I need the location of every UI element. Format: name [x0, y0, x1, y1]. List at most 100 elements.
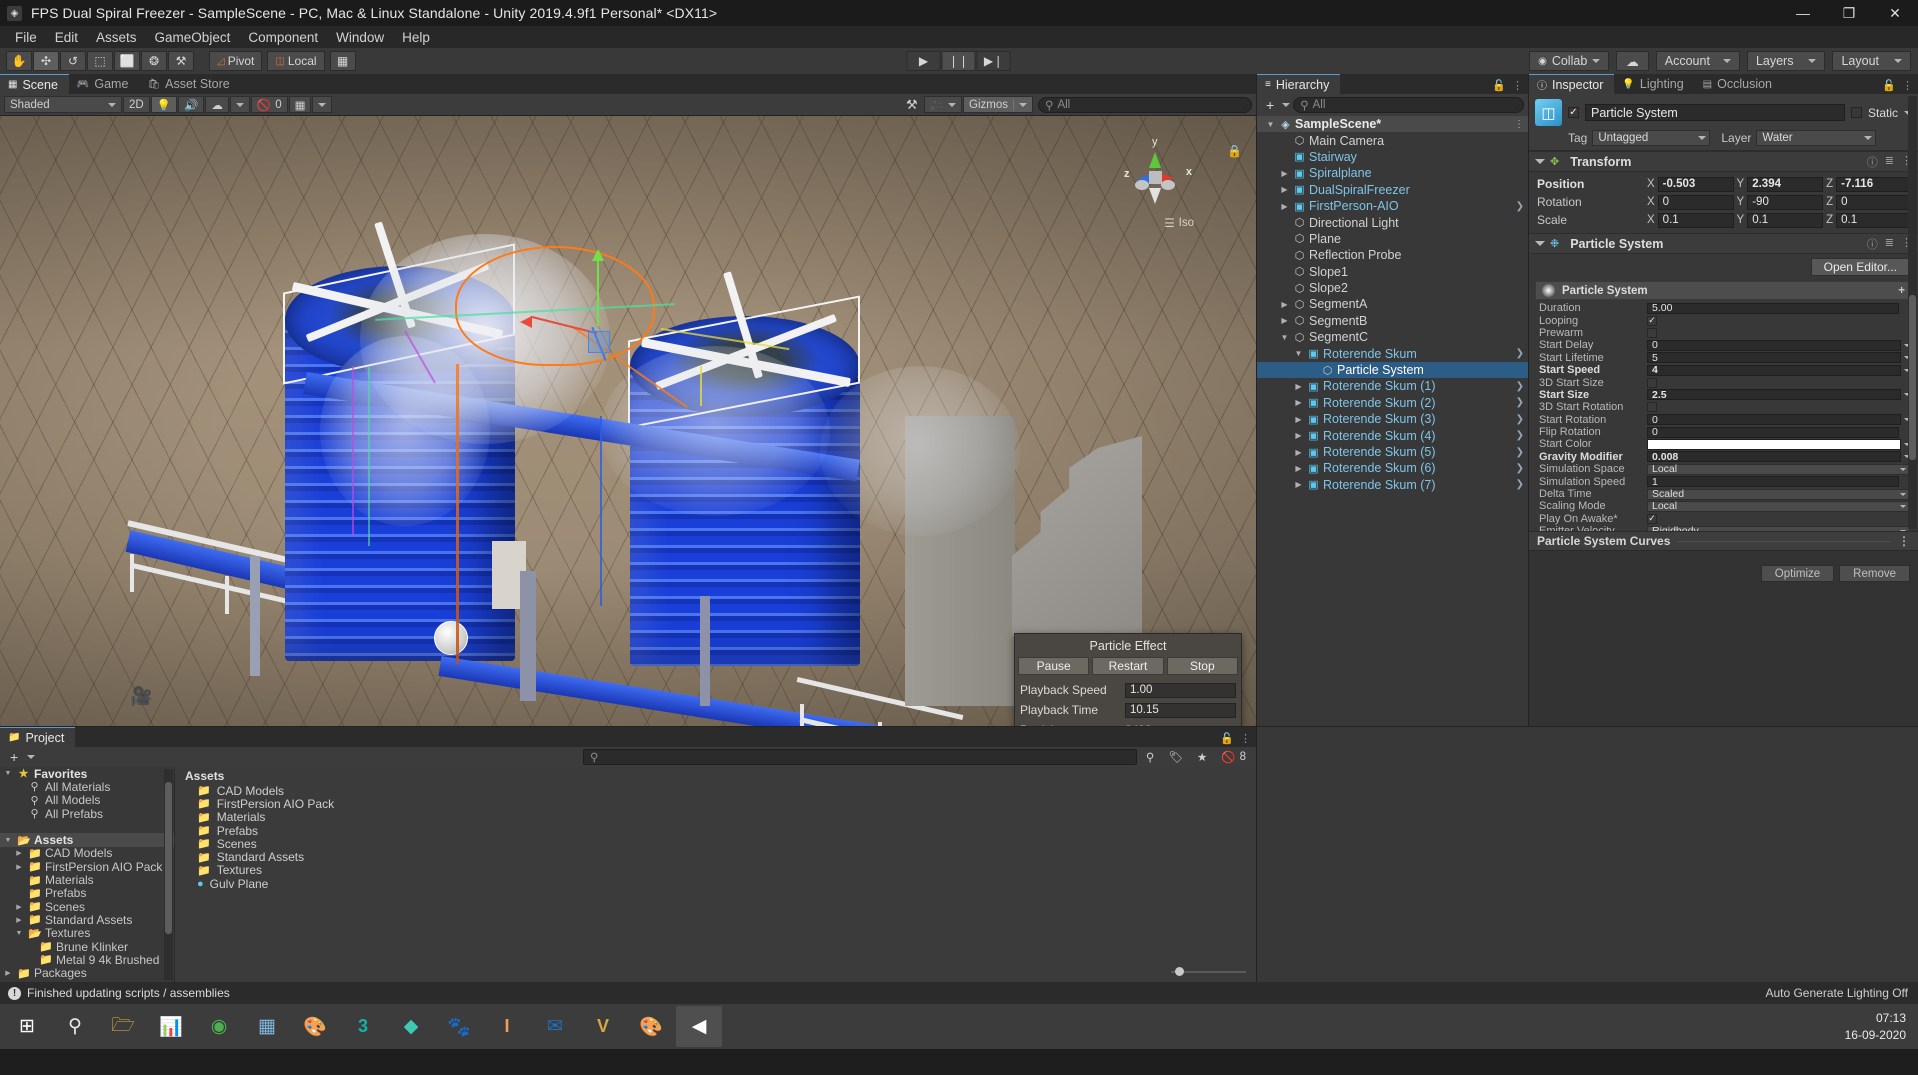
hierarchy-item-segmenta[interactable]: ▶ ⬡ SegmentA	[1257, 296, 1528, 312]
taskbar-clock[interactable]: 07:13 16-09-2020	[1845, 1010, 1906, 1042]
chevron-right-icon[interactable]: ❯	[1516, 430, 1524, 441]
twirl-right-icon[interactable]: ▶	[14, 849, 24, 857]
add-module-icon[interactable]: +	[1898, 285, 1905, 297]
asset-item-firstpersion-aio-pack[interactable]: 📁 FirstPersion AIO Pack	[175, 797, 1256, 811]
calculator-app[interactable]: ▦	[244, 1006, 290, 1047]
assets-list[interactable]: 📁 CAD Models 📁 FirstPersion AIO Pack 📁 Materi…	[175, 784, 1256, 891]
position-z-input[interactable]: -7.116	[1836, 176, 1912, 192]
rotation-y-input[interactable]: -90	[1747, 194, 1824, 210]
playback-speed-input[interactable]: 1.00	[1125, 682, 1236, 698]
tab-project[interactable]: 📁 Project	[0, 727, 76, 747]
transform-component-header[interactable]: ✥ Transform ⓘ ≣ ⋮	[1529, 151, 1918, 172]
scene-tools-icon[interactable]: ⚒	[901, 96, 923, 113]
pause-button[interactable]: Pause	[1018, 657, 1090, 675]
lightbulb-icon[interactable]: 💡	[150, 96, 178, 113]
type-filter-icon[interactable]: ⚲	[1141, 749, 1159, 766]
outlook-app[interactable]: ✉	[532, 1006, 578, 1047]
chevron-right-icon[interactable]: ❯	[1516, 463, 1524, 474]
hierarchy-item-segmentb[interactable]: ▶ ⬡ SegmentB	[1257, 313, 1528, 329]
tab-occlusion[interactable]: ▤ Occlusion	[1694, 74, 1784, 94]
gimp-app[interactable]: 🐾	[436, 1006, 482, 1047]
tab-scene[interactable]: ▦ Scene	[0, 74, 69, 94]
move-tool-icon[interactable]: ✣	[33, 51, 59, 71]
project-tree-brune-klinker[interactable]: 📁 Brune Klinker	[0, 940, 174, 954]
inspector-body[interactable]: ◫ Particle System Static Tag Untagged La…	[1529, 94, 1918, 531]
gizmos-dropdown[interactable]: Gizmos |	[963, 96, 1033, 113]
thumbnail-zoom-slider[interactable]	[1171, 966, 1246, 977]
rotate-tool-icon[interactable]: ↺	[60, 51, 86, 71]
painter-app[interactable]: 🎨	[628, 1006, 674, 1047]
fx-dropdown[interactable]	[229, 96, 250, 113]
kebab-icon[interactable]: ⋮	[1512, 79, 1523, 92]
excel-app[interactable]: 📊	[148, 1006, 194, 1047]
chevron-right-icon[interactable]: ❯	[1516, 397, 1524, 408]
project-tree-prefabs[interactable]: 📁 Prefabs	[0, 886, 174, 900]
twirl-down-icon[interactable]: ▼	[3, 837, 13, 844]
tab-game[interactable]: 🎮 Game	[68, 74, 140, 94]
twirl-right-icon[interactable]: ▶	[1293, 415, 1304, 424]
project-tree-assets[interactable]: ▼ 📂 Assets	[0, 833, 174, 847]
twirl-right-icon[interactable]: ▶	[3, 969, 13, 977]
menu-component[interactable]: Component	[239, 28, 327, 47]
chevron-right-icon[interactable]: ❯	[1516, 447, 1524, 458]
menu-help[interactable]: Help	[393, 28, 439, 47]
paint-app[interactable]: 🎨	[292, 1006, 338, 1047]
looping-checkbox[interactable]	[1647, 315, 1657, 326]
3d-start-rotation-checkbox[interactable]	[1647, 402, 1657, 413]
chevron-down-icon[interactable]	[1535, 241, 1545, 246]
step-button[interactable]: ▶❘	[976, 51, 1011, 71]
kebab-icon[interactable]: ⋮	[1240, 732, 1251, 745]
start-delay-input[interactable]: 0	[1647, 339, 1901, 351]
rect-tool-icon[interactable]: ⬜	[114, 51, 140, 71]
project-tree-firstpersion-aio-pack[interactable]: ▶ 📁 FirstPersion AIO Pack	[0, 860, 174, 874]
maximize-button[interactable]: ❐	[1826, 0, 1872, 26]
hierarchy-item-roterende-skum-1[interactable]: ▶ ▣ Roterende Skum (1) ❯	[1257, 378, 1528, 394]
hierarchy-item-roterende-skum-4[interactable]: ▶ ▣ Roterende Skum (4) ❯	[1257, 427, 1528, 443]
solidworks-app[interactable]: 3	[340, 1006, 386, 1047]
vault-app[interactable]: V	[580, 1006, 626, 1047]
hierarchy-search-input[interactable]: ⚲ All	[1293, 97, 1524, 113]
layer-dropdown[interactable]: Water	[1756, 130, 1877, 146]
layers-button[interactable]: Layers	[1746, 51, 1826, 71]
start-speed-input[interactable]: 4	[1647, 364, 1901, 376]
open-editor-button[interactable]: Open Editor...	[1810, 258, 1910, 276]
twirl-right-icon[interactable]: ▶	[1293, 464, 1304, 473]
twirl-right-icon[interactable]: ▶	[1293, 398, 1304, 407]
pivot-toggle[interactable]: ◿ Pivot	[209, 51, 263, 71]
twirl-right-icon[interactable]: ▶	[1293, 431, 1304, 440]
project-tree-textures[interactable]: ▼ 📂 Textures	[0, 926, 174, 940]
twirl-right-icon[interactable]: ▶	[14, 916, 24, 924]
scale-y-input[interactable]: 0.1	[1747, 212, 1824, 228]
project-tree-metal-9-4k-brushed[interactable]: 📁 Metal 9 4k Brushed	[0, 953, 174, 967]
twirl-right-icon[interactable]: ▶	[1293, 480, 1304, 489]
twirl-right-icon[interactable]: ▶	[1293, 448, 1304, 457]
help-icon[interactable]: ⓘ	[1867, 154, 1878, 170]
project-tree-all-prefabs[interactable]: ⚲ All Prefabs	[0, 807, 174, 821]
menu-file[interactable]: File	[6, 28, 46, 47]
project-tree-cad-models[interactable]: ▶ 📁 CAD Models	[0, 846, 174, 860]
preset-icon[interactable]: ≣	[1885, 154, 1894, 170]
speaker-icon[interactable]: 🔊	[178, 96, 205, 113]
twirl-right-icon[interactable]: ▶	[1279, 300, 1290, 309]
star-icon[interactable]: ★	[1192, 749, 1212, 766]
local-toggle[interactable]: ◫ Local	[267, 51, 325, 71]
simulation-speed-input[interactable]: 1	[1647, 476, 1899, 488]
preset-icon[interactable]: ≣	[1885, 236, 1894, 252]
flip-rotation-input[interactable]: 0	[1647, 426, 1899, 438]
hand-tool-icon[interactable]: ✋	[6, 51, 32, 71]
asset-item-prefabs[interactable]: 📁 Prefabs	[175, 824, 1256, 838]
3d-start-size-checkbox[interactable]	[1647, 377, 1657, 388]
view-orientation-label[interactable]: ☰ Iso	[1164, 216, 1194, 230]
twirl-right-icon[interactable]: ▶	[1279, 316, 1290, 325]
particle-effect-overlay[interactable]: Particle Effect Pause Restart Stop Playb…	[1014, 633, 1242, 726]
eye-off-icon[interactable]: 🚫 8	[1216, 749, 1251, 766]
custom-tool-icon[interactable]: ⚒	[168, 51, 194, 71]
menu-edit[interactable]: Edit	[46, 28, 87, 47]
position-x-input[interactable]: -0.503	[1657, 176, 1734, 192]
teams-app[interactable]: ◆	[388, 1006, 434, 1047]
orientation-gizmo[interactable]: y z x	[1116, 136, 1194, 216]
grid-snap-icon[interactable]: ▦	[329, 51, 356, 71]
gravity-modifier-input[interactable]: 0.008	[1647, 451, 1901, 463]
scale-z-input[interactable]: 0.1	[1836, 212, 1912, 228]
play-on-awake-checkbox[interactable]	[1647, 513, 1657, 524]
